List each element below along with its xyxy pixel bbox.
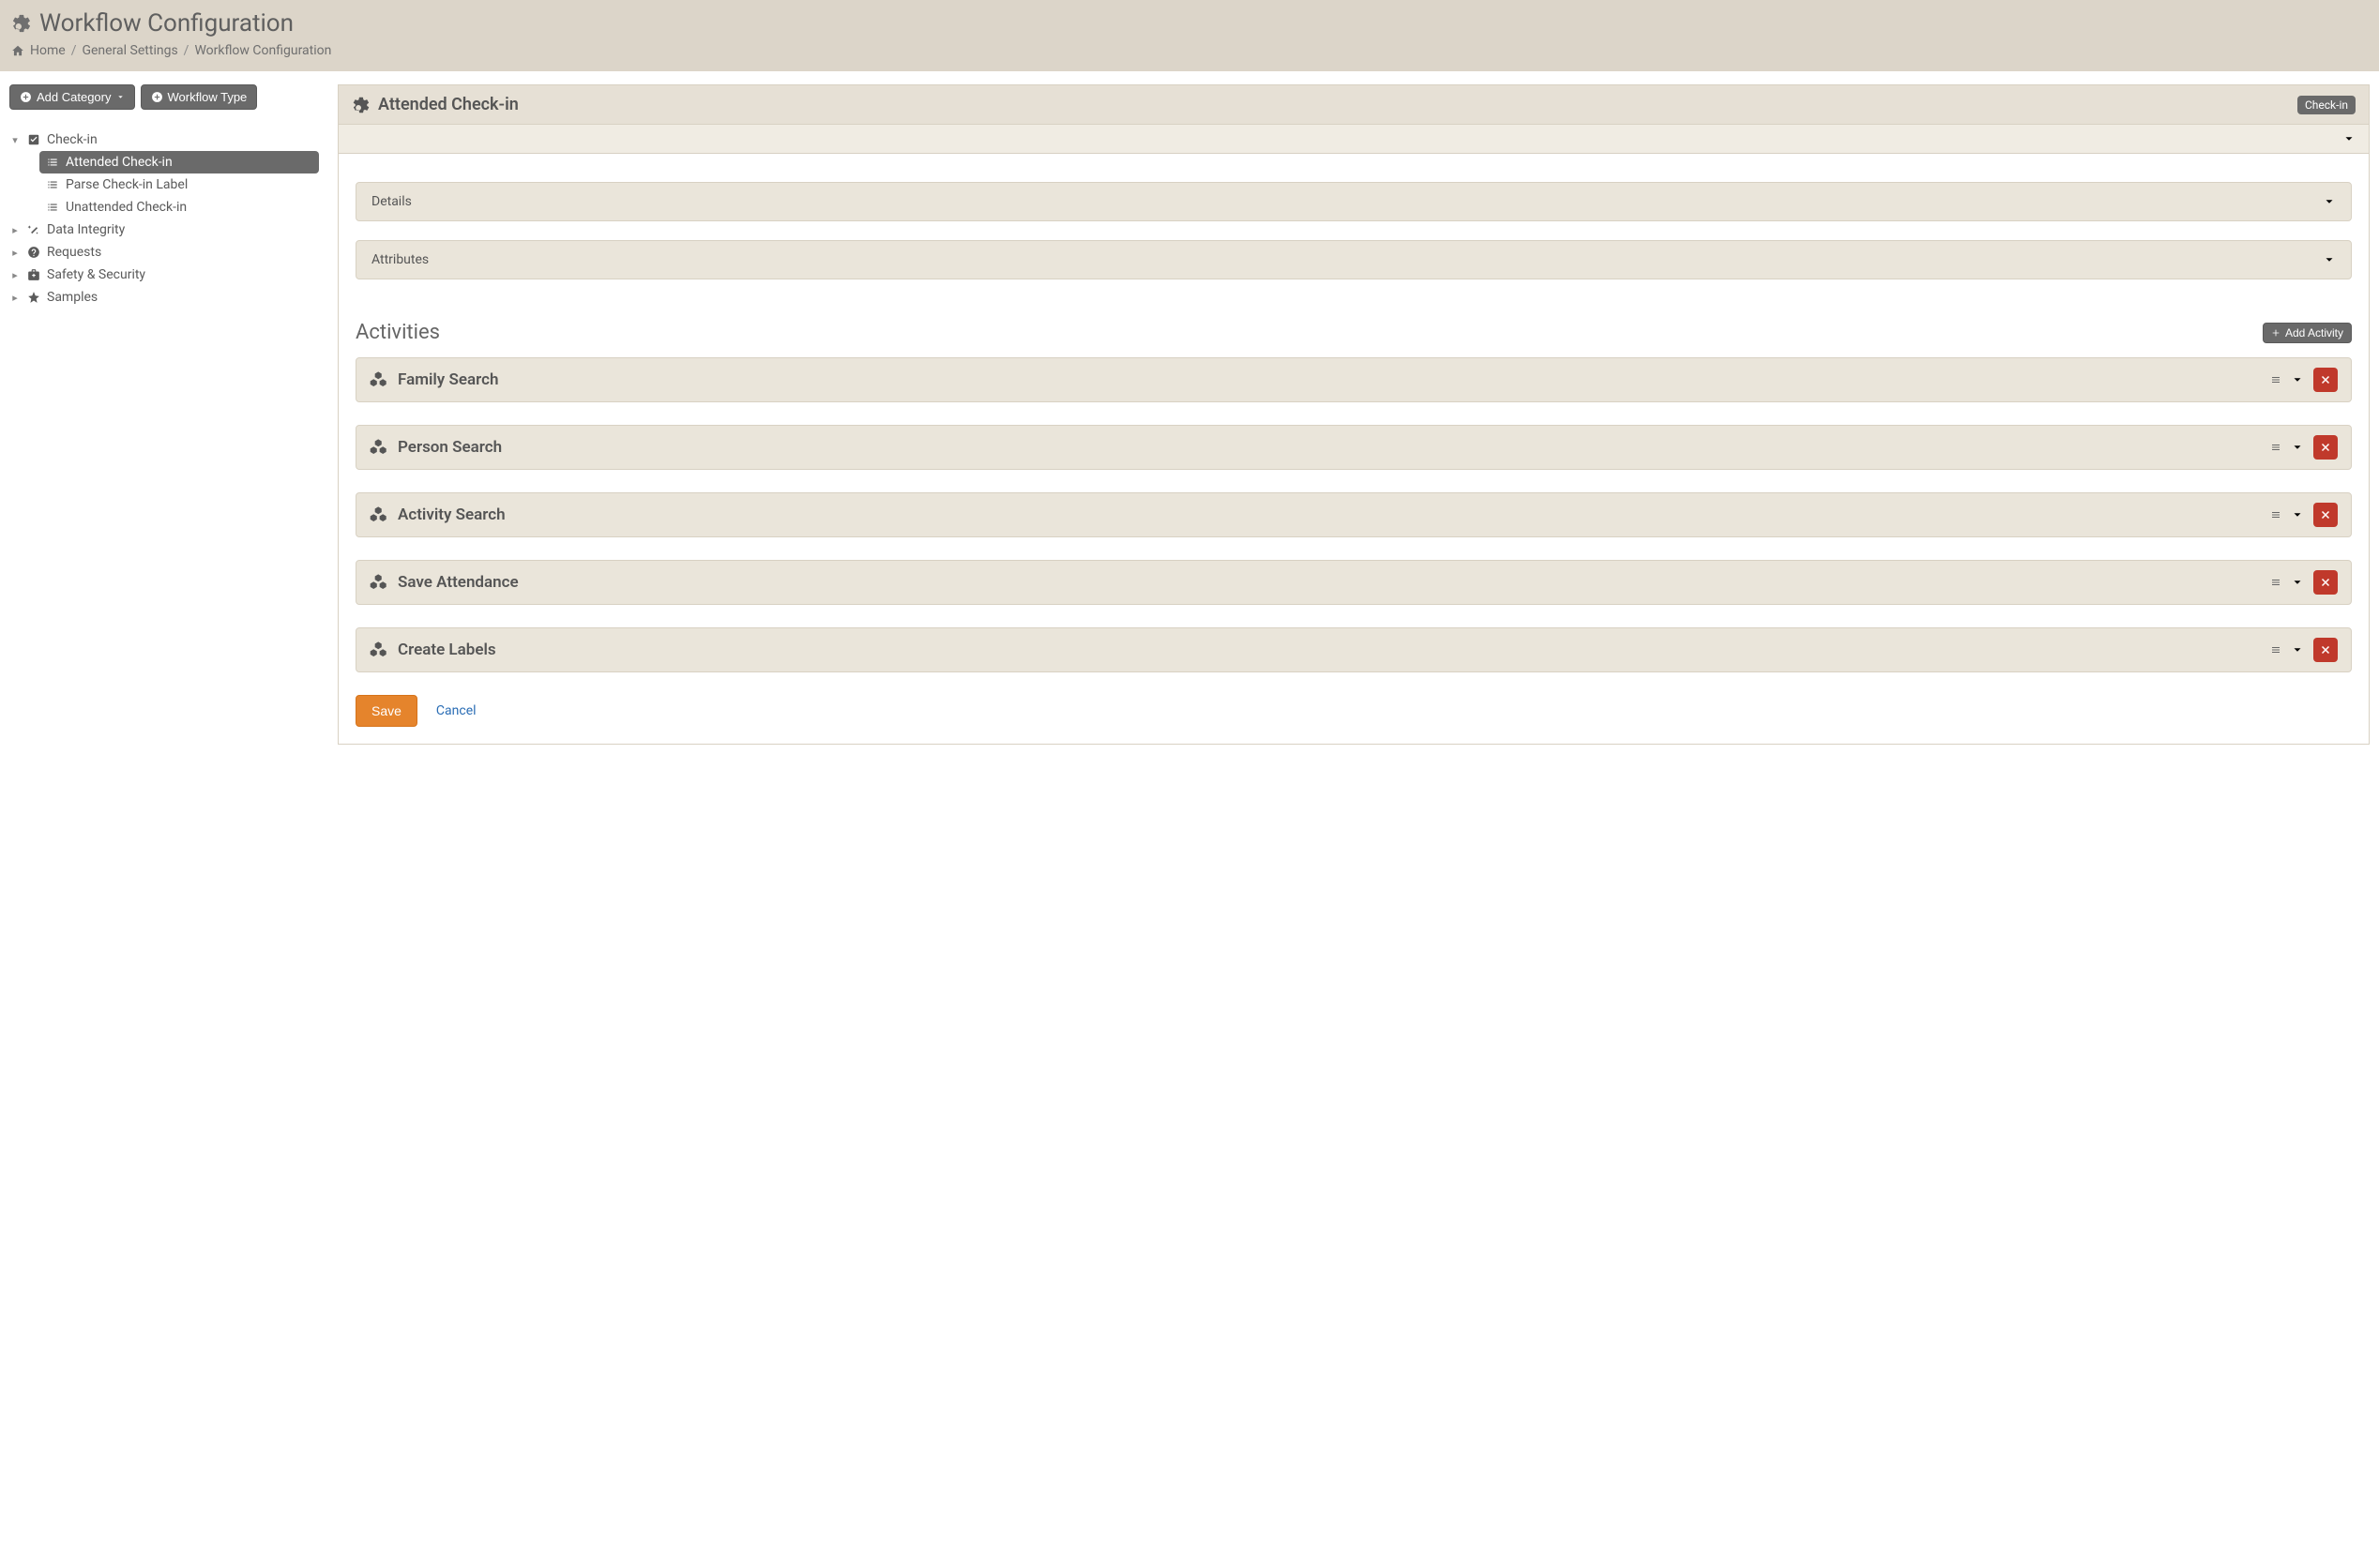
cubes-icon (370, 505, 388, 524)
page-title: Workflow Configuration (11, 9, 2368, 38)
breadcrumb-home[interactable]: Home (30, 43, 66, 58)
save-button[interactable]: Save (356, 695, 417, 727)
activity-row: Save Attendance (356, 560, 2352, 605)
delete-activity-button[interactable] (2313, 638, 2338, 662)
gears-icon (352, 96, 371, 114)
gears-icon (11, 13, 32, 34)
tree-item-attended-check-in[interactable]: Attended Check-in (39, 151, 319, 173)
expand-activity[interactable] (2291, 373, 2304, 386)
panel-title-text: Attended Check-in (378, 95, 519, 114)
activity-title: Create Labels (398, 641, 496, 659)
chevron-down-icon (2323, 195, 2336, 208)
breadcrumb-current: Workflow Configuration (194, 43, 331, 58)
reorder-handle[interactable] (2270, 577, 2281, 588)
question-circle-icon (26, 246, 41, 259)
expand-activity[interactable] (2291, 441, 2304, 454)
add-activity-button[interactable]: Add Activity (2263, 323, 2352, 343)
reorder-handle[interactable] (2270, 644, 2281, 656)
tree-item-samples[interactable]: ▸ Samples (9, 286, 319, 309)
star-icon (26, 291, 41, 304)
medkit-icon (26, 268, 41, 281)
plus-icon (2271, 328, 2281, 338)
activity-row: Person Search (356, 425, 2352, 470)
delete-activity-button[interactable] (2313, 570, 2338, 595)
tree-item-parse-check-in-label[interactable]: Parse Check-in Label (39, 173, 319, 196)
reorder-handle[interactable] (2270, 442, 2281, 453)
cubes-icon (370, 370, 388, 389)
activities-heading: Activities (356, 321, 440, 344)
tree-item-unattended-check-in[interactable]: Unattended Check-in (39, 196, 319, 219)
caret-right-icon: ▸ (9, 247, 21, 259)
cancel-link[interactable]: Cancel (436, 703, 477, 718)
caret-right-icon: ▸ (9, 292, 21, 304)
panel-subheader[interactable] (339, 125, 2369, 154)
activity-title: Person Search (398, 438, 502, 457)
expand-activity[interactable] (2291, 508, 2304, 521)
chevron-down-icon (2342, 132, 2356, 145)
tree-item-requests[interactable]: ▸ Requests (9, 241, 319, 264)
caret-right-icon: ▸ (9, 224, 21, 236)
check-square-icon (26, 133, 41, 146)
chevron-down-icon (2323, 253, 2336, 266)
caret-down-icon (116, 93, 125, 101)
cubes-icon (370, 641, 388, 659)
breadcrumb: Home / General Settings / Workflow Confi… (11, 43, 2368, 58)
list-icon (45, 178, 60, 191)
cubes-icon (370, 573, 388, 592)
activity-title: Activity Search (398, 505, 506, 524)
accordion-attributes[interactable]: Attributes (356, 240, 2352, 279)
workflow-type-button[interactable]: Workflow Type (141, 84, 258, 110)
home-icon (11, 44, 24, 57)
tree-item-safety-security[interactable]: ▸ Safety & Security (9, 264, 319, 286)
magic-icon (26, 223, 41, 236)
activity-row: Create Labels (356, 627, 2352, 672)
category-tree: ▾ Check-in Attended Check-in Parse Check… (9, 128, 319, 309)
reorder-handle[interactable] (2270, 509, 2281, 520)
reorder-handle[interactable] (2270, 374, 2281, 385)
tree-item-check-in[interactable]: ▾ Check-in (9, 128, 319, 151)
add-category-button[interactable]: Add Category (9, 84, 135, 110)
activity-row: Activity Search (356, 492, 2352, 537)
breadcrumb-general[interactable]: General Settings (82, 43, 177, 58)
activity-title: Family Search (398, 370, 498, 389)
activity-title: Save Attendance (398, 573, 519, 592)
sidebar: Add Category Workflow Type ▾ Check-in At… (9, 84, 319, 745)
accordion-details[interactable]: Details (356, 182, 2352, 221)
tree-item-data-integrity[interactable]: ▸ Data Integrity (9, 219, 319, 241)
page-header: Workflow Configuration Home / General Se… (0, 0, 2379, 71)
workflow-panel: Attended Check-in Check-in Details Attri… (338, 84, 2370, 745)
caret-right-icon: ▸ (9, 269, 21, 281)
category-badge: Check-in (2297, 96, 2356, 114)
list-icon (45, 201, 60, 214)
expand-activity[interactable] (2291, 643, 2304, 656)
list-icon (45, 156, 60, 169)
caret-down-icon: ▾ (9, 134, 21, 146)
cubes-icon (370, 438, 388, 457)
delete-activity-button[interactable] (2313, 368, 2338, 392)
expand-activity[interactable] (2291, 576, 2304, 589)
panel-header: Attended Check-in Check-in (339, 85, 2369, 125)
delete-activity-button[interactable] (2313, 435, 2338, 460)
activity-row: Family Search (356, 357, 2352, 402)
plus-circle-icon (151, 91, 163, 103)
delete-activity-button[interactable] (2313, 503, 2338, 527)
plus-circle-icon (20, 91, 32, 103)
